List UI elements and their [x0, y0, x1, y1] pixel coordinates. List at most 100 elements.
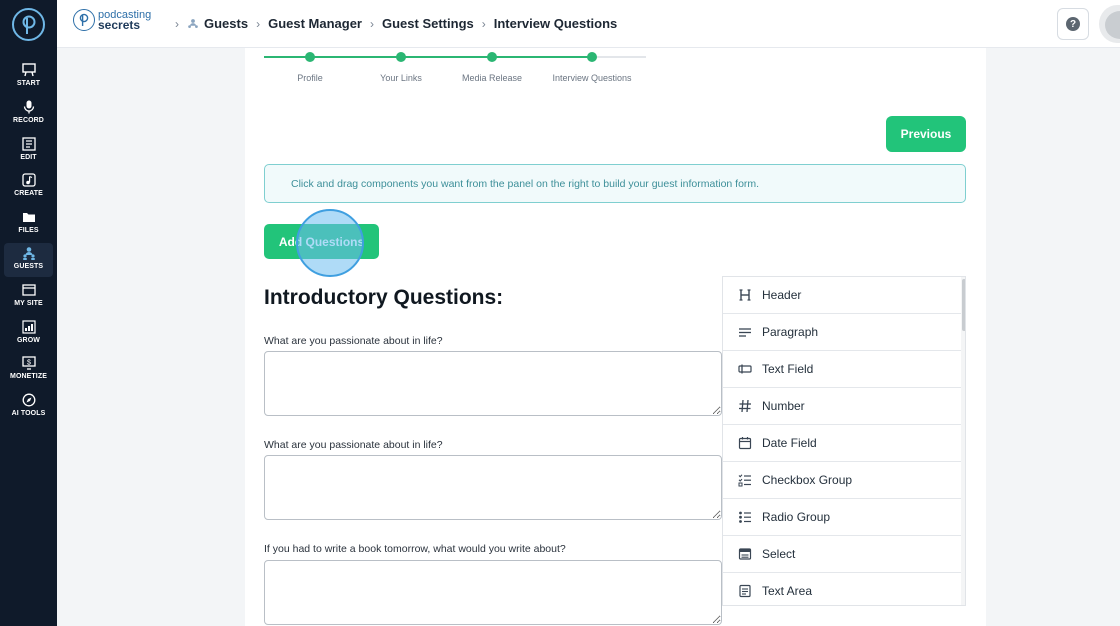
step-media-release[interactable]: Media Release: [437, 52, 547, 83]
component-text-area[interactable]: Text Area: [723, 573, 961, 605]
component-text-field[interactable]: Text Field: [723, 351, 961, 388]
chevron-right-icon: ›: [256, 16, 261, 31]
nav-files[interactable]: FILES: [4, 207, 53, 241]
nav-ai-tools[interactable]: AI TOOLS: [4, 390, 53, 424]
top-bar: podcasting secrets › Guests › Guest Mana…: [57, 0, 1120, 48]
easel-icon: [21, 62, 37, 78]
panel-scrollbar-thumb[interactable]: [962, 279, 965, 331]
add-questions-button[interactable]: Add Questions: [264, 224, 379, 259]
help-icon: ?: [1066, 17, 1080, 31]
nav-label: START: [16, 80, 41, 87]
compass-icon: [21, 392, 37, 408]
breadcrumb-guest-settings[interactable]: Guest Settings: [382, 16, 474, 31]
people-icon: [187, 18, 199, 30]
bar-chart-icon: [21, 319, 37, 335]
nav-label: AI TOOLS: [11, 410, 46, 417]
step-label: Interview Questions: [552, 73, 632, 83]
component-label: Text Field: [762, 362, 814, 376]
question-label: What are you passionate about in life?: [264, 439, 443, 451]
component-label: Header: [762, 288, 802, 302]
info-banner: Click and drag components you want from …: [264, 164, 966, 203]
heading-icon: [737, 287, 753, 303]
nav-label: RECORD: [13, 117, 44, 124]
component-label: Number: [762, 399, 805, 413]
component-label: Date Field: [762, 436, 817, 450]
component-radio-group[interactable]: Radio Group: [723, 499, 961, 536]
calendar-icon: [737, 435, 753, 451]
nav-grow[interactable]: GROW: [4, 317, 53, 351]
microphone-icon: [21, 99, 37, 115]
radio-list-icon: [737, 509, 753, 525]
nav-create[interactable]: CREATE: [4, 170, 53, 204]
component-checkbox-group[interactable]: Checkbox Group: [723, 462, 961, 499]
components-panel: Header Paragraph Text Field Number Date …: [722, 276, 966, 606]
component-select[interactable]: Select: [723, 536, 961, 573]
nav-monetize[interactable]: $ MONETIZE: [4, 353, 53, 387]
component-label: Checkbox Group: [762, 473, 853, 487]
brand-text: podcasting secrets: [98, 10, 151, 32]
brand-logo[interactable]: podcasting secrets: [73, 9, 151, 31]
component-label: Text Area: [762, 584, 813, 598]
component-header[interactable]: Header: [723, 277, 961, 314]
breadcrumb: › Guests › Guest Manager › Guest Setting…: [167, 16, 617, 31]
nav-label: GROW: [17, 337, 40, 344]
chevron-right-icon: ›: [175, 16, 179, 31]
component-label: Select: [762, 547, 796, 561]
question-answer-field[interactable]: [264, 455, 722, 520]
nav-my-site[interactable]: MY SITE: [4, 280, 53, 314]
paragraph-icon: [737, 324, 753, 340]
nav-label: GUESTS: [13, 263, 44, 270]
text-field-icon: [737, 361, 753, 377]
nav-edit[interactable]: EDIT: [4, 134, 53, 168]
logo-icon: [22, 15, 35, 34]
nav-label: CREATE: [14, 190, 43, 197]
nav-label: MONETIZE: [10, 373, 47, 380]
question-answer-field[interactable]: [264, 560, 722, 625]
edit-icon: [21, 136, 37, 152]
component-paragraph[interactable]: Paragraph: [723, 314, 961, 351]
question-label: What are you passionate about in life?: [264, 335, 443, 347]
question-label: If you had to write a book tomorrow, wha…: [264, 543, 566, 555]
step-interview-questions[interactable]: Interview Questions: [537, 52, 647, 83]
hash-icon: [737, 398, 753, 414]
nav-label: FILES: [18, 227, 39, 234]
component-label: Paragraph: [762, 325, 819, 339]
info-text: Click and drag components you want from …: [291, 177, 760, 190]
textarea-icon: [737, 583, 753, 599]
component-number[interactable]: Number: [723, 388, 961, 425]
avatar[interactable]: [1099, 5, 1120, 43]
nav-label: MY SITE: [14, 300, 43, 307]
browser-icon: [21, 282, 37, 298]
component-date-field[interactable]: Date Field: [723, 425, 961, 462]
step-dot: [396, 52, 406, 62]
people-icon: [21, 245, 37, 261]
breadcrumb-guests[interactable]: Guests: [204, 16, 248, 31]
previous-button[interactable]: Previous: [886, 116, 966, 152]
nav-record[interactable]: RECORD: [4, 97, 53, 131]
monitor-dollar-icon: $: [21, 355, 37, 371]
nav-guests[interactable]: GUESTS: [4, 243, 53, 277]
chevron-right-icon: ›: [481, 16, 486, 31]
checklist-icon: [737, 472, 753, 488]
app-logo[interactable]: [12, 8, 45, 41]
svg-text:$: $: [27, 360, 31, 367]
help-button[interactable]: ?: [1057, 8, 1089, 40]
folder-icon: [21, 209, 37, 225]
step-dot: [305, 52, 315, 62]
breadcrumb-guest-manager[interactable]: Guest Manager: [268, 16, 362, 31]
question-answer-field[interactable]: [264, 351, 722, 416]
nav-label: EDIT: [20, 154, 37, 161]
nav-start[interactable]: START: [4, 60, 53, 94]
step-dot: [587, 52, 597, 62]
chevron-right-icon: ›: [370, 16, 374, 31]
section-title: Introductory Questions:: [264, 286, 504, 309]
brand-mark-icon: [73, 9, 95, 31]
select-icon: [737, 546, 753, 562]
step-dot: [487, 52, 497, 62]
brand-line-2: secrets: [98, 18, 141, 32]
component-label: Radio Group: [762, 510, 831, 524]
music-note-icon: [21, 172, 37, 188]
breadcrumb-interview-questions: Interview Questions: [493, 16, 618, 31]
step-label: Media Release: [461, 73, 523, 83]
sidebar: START RECORD EDIT CREATE FILES GUESTS MY…: [0, 0, 57, 626]
